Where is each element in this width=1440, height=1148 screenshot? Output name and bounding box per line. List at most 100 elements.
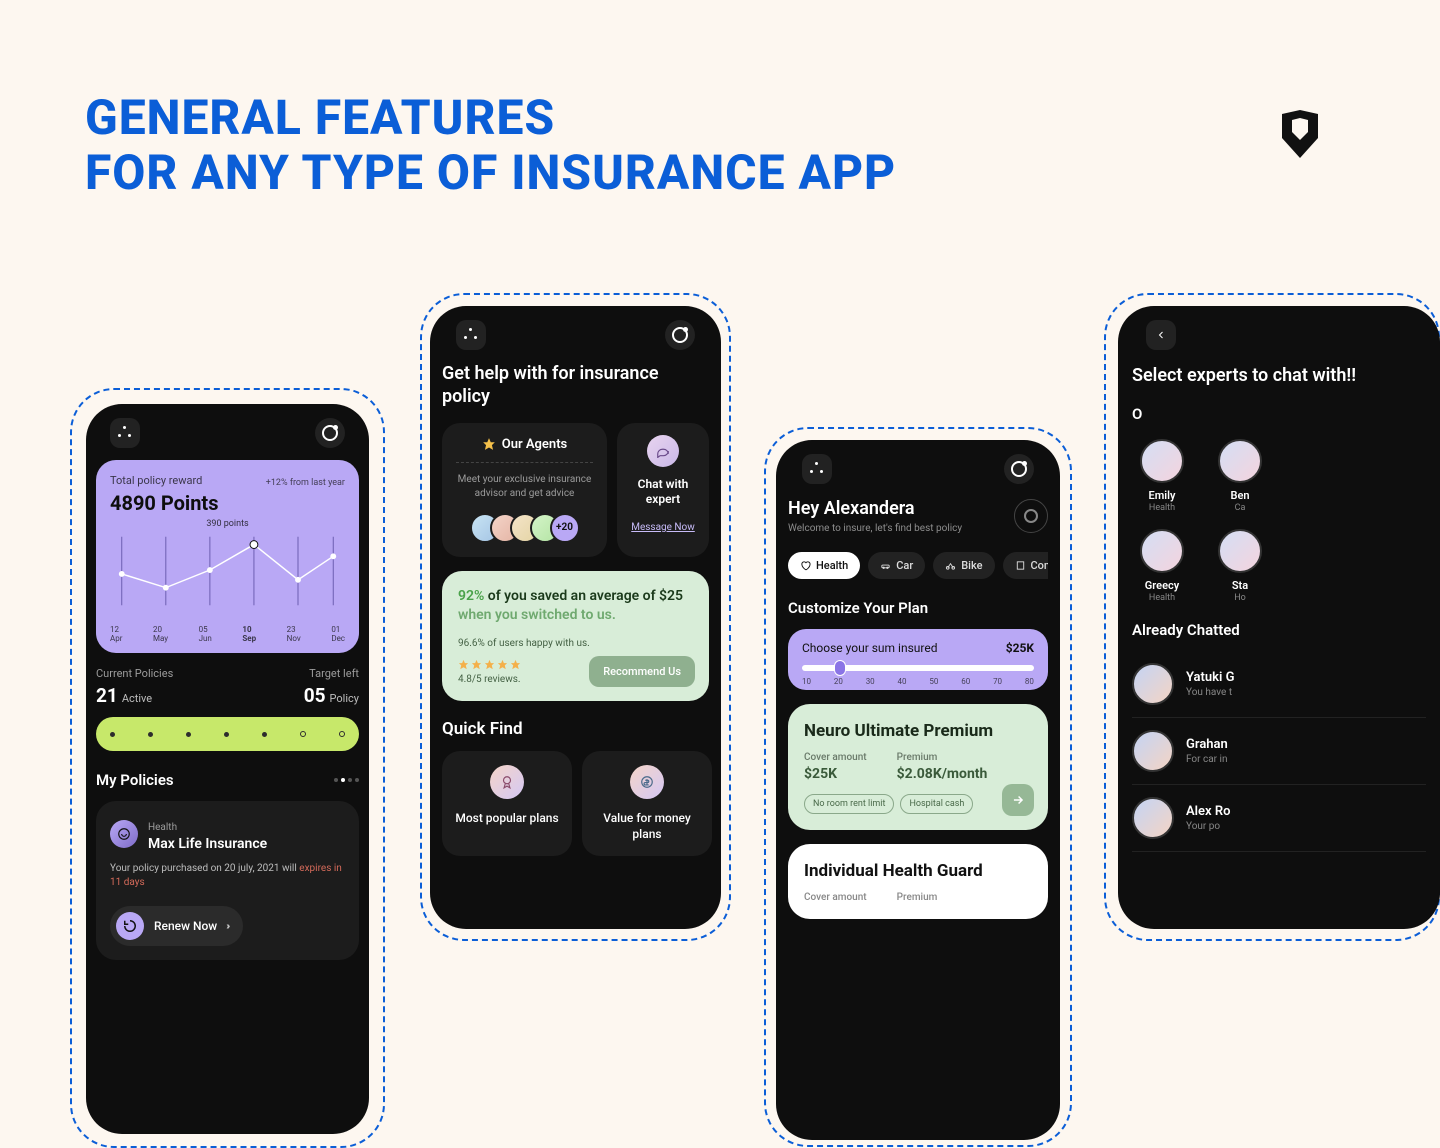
plan-go-button[interactable]: [1002, 784, 1034, 816]
premium-label: Premium: [897, 892, 938, 903]
slider-thumb[interactable]: [834, 660, 846, 676]
chat-expert-card[interactable]: Chat with expert Message Now: [617, 423, 709, 557]
category-tabs: Health Car Bike Comme: [788, 552, 1048, 579]
avatar-ring-icon: [1011, 461, 1027, 477]
dollar-icon: [630, 765, 664, 799]
expert-avatar: [1140, 439, 1184, 483]
agents-card[interactable]: Our Agents Meet your exclusive insurance…: [442, 423, 607, 557]
quick-value-card[interactable]: Value for money plans: [582, 751, 712, 856]
slider-tick: 20: [834, 677, 843, 686]
premium-label: Premium: [897, 752, 988, 763]
phone3-customize: Hey Alexandera Welcome to insure, let's …: [776, 440, 1060, 1140]
star-icon: [482, 437, 496, 451]
tab-bike[interactable]: Bike: [933, 552, 994, 579]
tab-health[interactable]: Health: [788, 552, 860, 579]
greeting-sub: Welcome to insure, let's find best polic…: [788, 523, 962, 534]
avatar-ring-icon: [322, 425, 338, 441]
menu-button[interactable]: [110, 418, 140, 448]
renew-button[interactable]: Renew Now › › ›: [110, 906, 243, 946]
menu-button[interactable]: [456, 320, 486, 350]
agents-more[interactable]: +20: [550, 513, 580, 543]
expert-name: Greecy: [1132, 579, 1192, 592]
policy-text: Policy: [330, 692, 359, 705]
cover-label: Cover amount: [804, 892, 867, 903]
slider-tick: 30: [866, 677, 875, 686]
line-chart-icon: [110, 523, 345, 619]
reward-delta: +12% from last year: [266, 478, 345, 488]
profile-button[interactable]: [665, 320, 695, 350]
plan-name: Individual Health Guard: [804, 860, 1032, 882]
shield-logo-icon: [1280, 110, 1320, 158]
expert-category: Ca: [1210, 503, 1270, 513]
chat-avatar: [1132, 730, 1174, 772]
quick-popular-card[interactable]: Most popular plans: [442, 751, 572, 856]
slider-tick: 10: [802, 677, 811, 686]
target-label: Target left: [309, 667, 359, 680]
arrow-left-icon: [1155, 329, 1167, 341]
xaxis-tick[interactable]: 10Sep: [242, 625, 256, 643]
profile-button[interactable]: [1004, 454, 1034, 484]
agents-title: Our Agents: [502, 437, 568, 452]
experts-grid: EmilyHealth BenCa: [1132, 439, 1426, 513]
phone4-experts: Select experts to chat with!! O EmilyHea…: [1118, 306, 1440, 929]
back-button[interactable]: [1146, 320, 1176, 350]
xaxis-tick[interactable]: 12Apr: [110, 625, 122, 643]
renew-icon: [116, 912, 144, 940]
slider-tick: 60: [961, 677, 970, 686]
xaxis-tick[interactable]: 23Nov: [287, 625, 301, 643]
xaxis-tick[interactable]: 20May: [153, 625, 168, 643]
chat-icon: [647, 435, 679, 467]
reward-value: 4890 Points: [110, 491, 218, 515]
policy-category-icon: [110, 820, 138, 848]
arrow-right-icon: [1011, 793, 1025, 807]
slider-tick: 80: [1025, 677, 1034, 686]
policy-card[interactable]: Health Max Life Insurance Your policy pu…: [96, 801, 359, 960]
expert-item[interactable]: BenCa: [1210, 439, 1270, 513]
savings-card: 92% of you saved an average of $25 when …: [442, 571, 709, 701]
car-icon: [880, 560, 891, 571]
tab-car[interactable]: Car: [868, 552, 925, 579]
expert-item[interactable]: StaHo: [1210, 529, 1270, 603]
slider-track[interactable]: [802, 665, 1034, 671]
expert-category: Health: [1132, 593, 1192, 603]
my-policies-title: My Policies: [96, 771, 174, 789]
avatar-ring-icon: [672, 327, 688, 343]
chat-name: Alex Ro: [1186, 804, 1230, 819]
recommend-button[interactable]: Recommend Us: [589, 656, 695, 687]
expert-category: Health: [1132, 503, 1192, 513]
expert-item[interactable]: GreecyHealth: [1132, 529, 1192, 603]
carousel-dots[interactable]: [334, 778, 359, 782]
profile-button[interactable]: [315, 418, 345, 448]
reward-card: Total policy reward 4890 Points +12% fro…: [96, 460, 359, 653]
message-now-link[interactable]: Message Now: [625, 522, 701, 533]
menu-button[interactable]: [802, 454, 832, 484]
chat-sub: For car in: [1186, 754, 1228, 765]
xaxis-tick[interactable]: 05Jun: [199, 625, 212, 643]
savings-pct: 92%: [458, 588, 484, 604]
chat-history-item[interactable]: Yatuki GYou have t: [1132, 651, 1426, 718]
user-avatar[interactable]: [1014, 499, 1048, 533]
chart-marker-label: 390 points: [206, 519, 248, 529]
already-chatted-label: Already Chatted: [1132, 621, 1426, 639]
slider-tick: 50: [929, 677, 938, 686]
expert-name: Emily: [1132, 489, 1192, 502]
plan-card-individual[interactable]: Individual Health Guard Cover amount Pre…: [788, 844, 1048, 919]
chat-history-item[interactable]: GrahanFor car in: [1132, 718, 1426, 785]
chat-history-item[interactable]: Alex RoYour po: [1132, 785, 1426, 852]
slider-ticks: 1020304050607080: [802, 677, 1034, 686]
slider-value: $25K: [1006, 641, 1034, 655]
heading-line2: FOR ANY TYPE OF INSURANCE APP: [85, 145, 896, 200]
plan-card-neuro[interactable]: Neuro Ultimate Premium Cover amount$25K …: [788, 704, 1048, 830]
sum-insured-slider[interactable]: Choose your sum insured $25K 10203040506…: [788, 629, 1048, 690]
tab-commercial[interactable]: Comme: [1003, 552, 1049, 579]
chat-history-list: Yatuki GYou have tGrahanFor car inAlex R…: [1132, 651, 1426, 852]
badge-icon: [490, 765, 524, 799]
online-label: O: [1132, 405, 1426, 423]
progress-bar[interactable]: [96, 717, 359, 751]
xaxis-tick[interactable]: 01Dec: [331, 625, 345, 643]
reward-label: Total policy reward: [110, 474, 218, 487]
expert-name: Sta: [1210, 579, 1270, 592]
menu-icon: [464, 328, 478, 342]
expert-item[interactable]: EmilyHealth: [1132, 439, 1192, 513]
brand-logo: [1280, 110, 1320, 158]
